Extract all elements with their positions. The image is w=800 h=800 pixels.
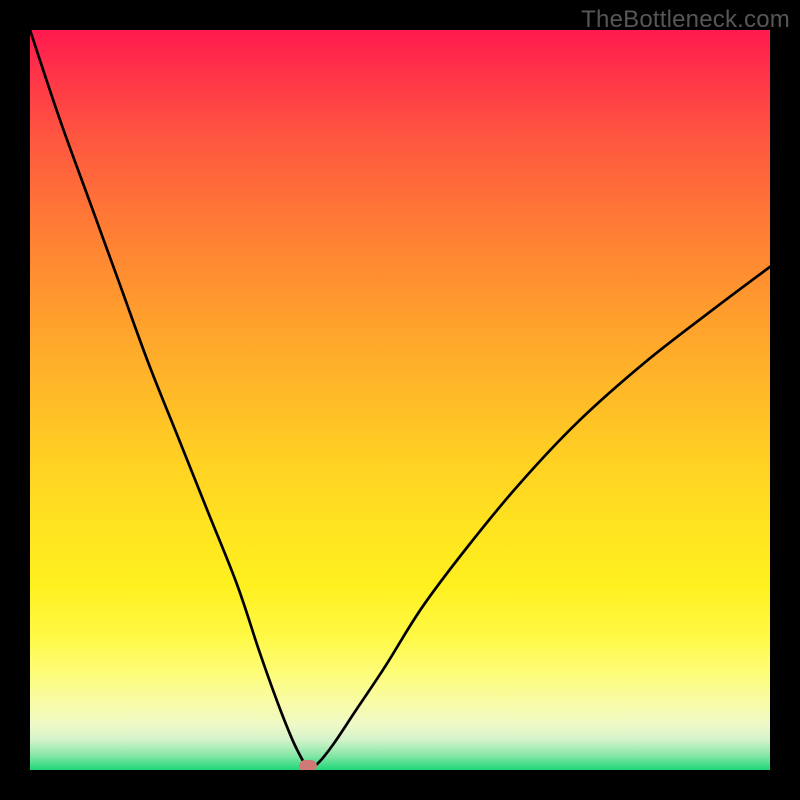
plot-area (30, 30, 770, 770)
watermark-text: TheBottleneck.com (581, 6, 790, 34)
bottleneck-curve (30, 30, 770, 770)
curve-path (30, 30, 770, 770)
balance-marker (299, 760, 317, 770)
